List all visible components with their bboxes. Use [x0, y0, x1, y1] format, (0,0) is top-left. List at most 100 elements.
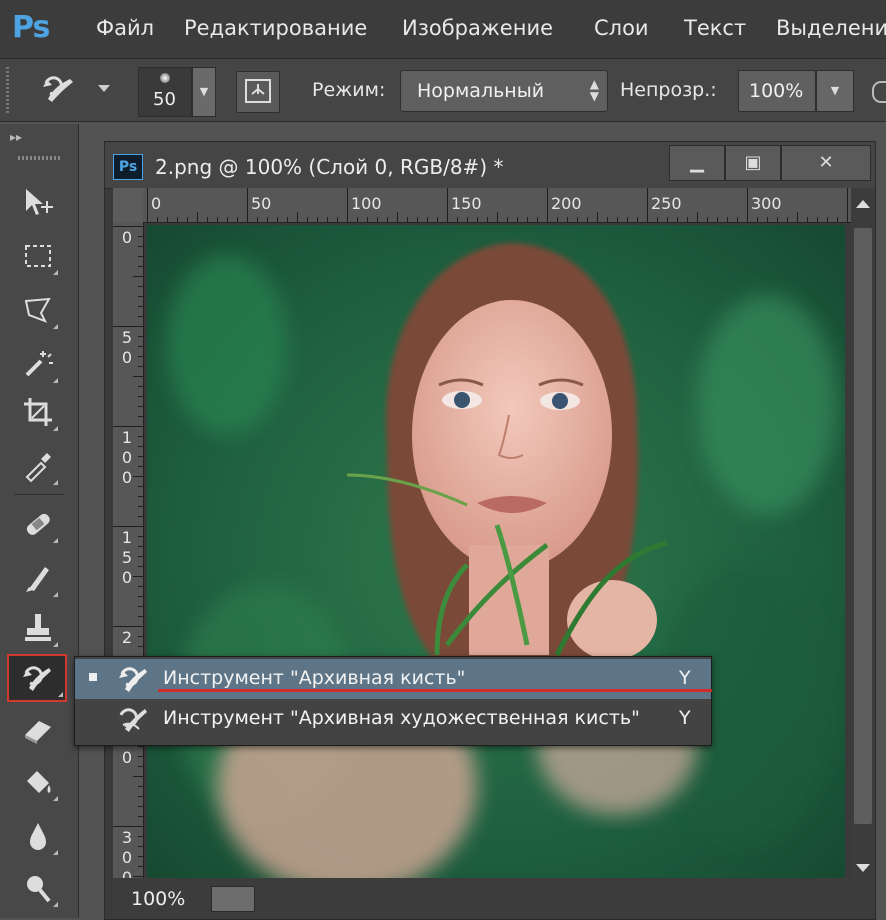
- ruler-tick: [367, 217, 368, 222]
- ruler-tick: [747, 188, 748, 222]
- ruler-tick: [217, 217, 218, 222]
- eraser-tool[interactable]: [16, 708, 60, 752]
- history-brush-tool[interactable]: [7, 654, 67, 702]
- opacity-input[interactable]: 100%: [738, 70, 816, 112]
- ruler-tick: [138, 856, 143, 857]
- ruler-tick: [287, 217, 288, 222]
- shortcut-key: Y: [679, 667, 691, 689]
- ruler-tick: [138, 436, 143, 437]
- paint-bucket-icon: [27, 771, 51, 793]
- ruler-tick: [437, 217, 438, 222]
- ruler-tick: [827, 217, 828, 222]
- opacity-dropdown[interactable]: ▼: [816, 70, 854, 112]
- brush-tip-icon: [160, 73, 170, 83]
- ruler-label: 250: [651, 194, 682, 213]
- ruler-label: 0: [121, 228, 133, 247]
- brush-tool[interactable]: [16, 556, 60, 600]
- scroll-down-icon[interactable]: [856, 864, 870, 872]
- horizontal-ruler[interactable]: 0 50 100 150 200 250 300: [143, 188, 851, 223]
- chevron-down-icon[interactable]: [98, 85, 110, 92]
- ruler-tick: [138, 296, 143, 297]
- bandage-icon: [26, 513, 50, 535]
- ruler-tick: [847, 188, 848, 222]
- flyout-item-label: Инструмент "Архивная художественная кист…: [163, 707, 640, 729]
- ruler-label: 300: [751, 194, 782, 213]
- submenu-indicator-icon: [53, 642, 58, 647]
- ruler-tick: [447, 188, 448, 222]
- scroll-thumb[interactable]: [854, 228, 872, 824]
- clone-stamp-tool[interactable]: [16, 606, 60, 650]
- ruler-tick: [767, 217, 768, 222]
- marquee-tool[interactable]: [16, 234, 60, 278]
- opacity-value: 100%: [749, 80, 804, 102]
- brush-size-dropdown[interactable]: ▼: [192, 67, 216, 117]
- brush-size-picker[interactable]: 50: [138, 67, 192, 117]
- options-bar: 50 ▼ Режим: Нормальный ▲ ▼ Непрозр.: 100%…: [0, 59, 886, 122]
- ruler-tick: [138, 286, 143, 287]
- ruler-tick: [138, 786, 143, 787]
- magic-wand-tool[interactable]: [16, 342, 60, 386]
- blur-tool[interactable]: [16, 814, 60, 858]
- minimize-button[interactable]: ▁: [669, 145, 725, 181]
- menu-file[interactable]: Файл: [96, 16, 154, 40]
- ruler-origin[interactable]: [113, 188, 144, 223]
- vertical-ruler[interactable]: 050100150250300: [113, 222, 144, 878]
- maximize-button[interactable]: ▣: [725, 145, 781, 181]
- ruler-tick: [757, 217, 758, 222]
- flyout-item-history-brush[interactable]: Инструмент "Архивная кисть" Y: [75, 659, 711, 699]
- close-button[interactable]: ✕: [781, 145, 871, 181]
- mode-select-value: Нормальный: [417, 80, 545, 102]
- document-tab[interactable]: Ps 2.png @ 100% (Слой 0, RGB/8#) * ▁ ▣ ✕: [105, 142, 875, 189]
- move-tool[interactable]: [16, 180, 60, 224]
- ruler-tick: [138, 266, 143, 267]
- ruler-tick: [307, 217, 308, 222]
- menu-select[interactable]: Выделени: [776, 16, 886, 40]
- toolbar-grip[interactable]: [18, 156, 62, 160]
- ruler-tick: [138, 246, 143, 247]
- ruler-label: 50: [251, 194, 272, 213]
- ruler-tick: [397, 212, 398, 222]
- status-info-icon[interactable]: [211, 886, 255, 912]
- shortcut-key: Y: [679, 707, 691, 729]
- paint-bucket-tool[interactable]: [16, 760, 60, 804]
- submenu-indicator-icon: [53, 538, 58, 543]
- eyedropper-icon: [25, 453, 51, 483]
- menu-image[interactable]: Изображение: [402, 16, 553, 40]
- ruler-tick: [517, 217, 518, 222]
- brush-panel-button[interactable]: [236, 71, 280, 113]
- options-grip[interactable]: [6, 67, 9, 113]
- ruler-tick: [797, 212, 798, 222]
- crop-icon: [24, 398, 52, 426]
- ruler-tick: [277, 217, 278, 222]
- airbrush-icon[interactable]: [872, 81, 886, 103]
- tool-preset-icon[interactable]: [40, 71, 80, 109]
- eyedropper-tool[interactable]: [16, 444, 60, 488]
- ruler-tick: [113, 626, 143, 627]
- healing-brush-tool[interactable]: [16, 502, 60, 546]
- submenu-indicator-icon: [53, 480, 58, 485]
- collapse-icon[interactable]: ▸▸: [10, 130, 22, 144]
- ruler-tick: [587, 217, 588, 222]
- dodge-tool[interactable]: [16, 866, 60, 910]
- lasso-tool[interactable]: [16, 288, 60, 332]
- rectangle-marquee-icon: [25, 245, 51, 267]
- ruler-tick: [138, 466, 143, 467]
- submenu-indicator-icon: [58, 692, 63, 697]
- vertical-scrollbar[interactable]: [851, 188, 875, 878]
- ruler-tick: [527, 217, 528, 222]
- menu-text[interactable]: Текст: [684, 16, 746, 40]
- menu-edit[interactable]: Редактирование: [184, 16, 367, 40]
- ruler-tick: [138, 406, 143, 407]
- ruler-tick: [807, 217, 808, 222]
- image-canvas[interactable]: [147, 225, 845, 885]
- mode-select[interactable]: Нормальный ▲ ▼: [400, 70, 608, 112]
- ruler-tick: [347, 188, 348, 222]
- submenu-indicator-icon: [53, 850, 58, 855]
- crop-tool[interactable]: [16, 390, 60, 434]
- zoom-level[interactable]: 100%: [131, 888, 185, 910]
- scroll-up-icon[interactable]: [856, 200, 870, 208]
- ruler-tick: [577, 217, 578, 222]
- flyout-item-art-history-brush[interactable]: Инструмент "Архивная художественная кист…: [75, 699, 711, 739]
- stamp-icon: [25, 614, 51, 641]
- menu-layers[interactable]: Слои: [594, 16, 649, 40]
